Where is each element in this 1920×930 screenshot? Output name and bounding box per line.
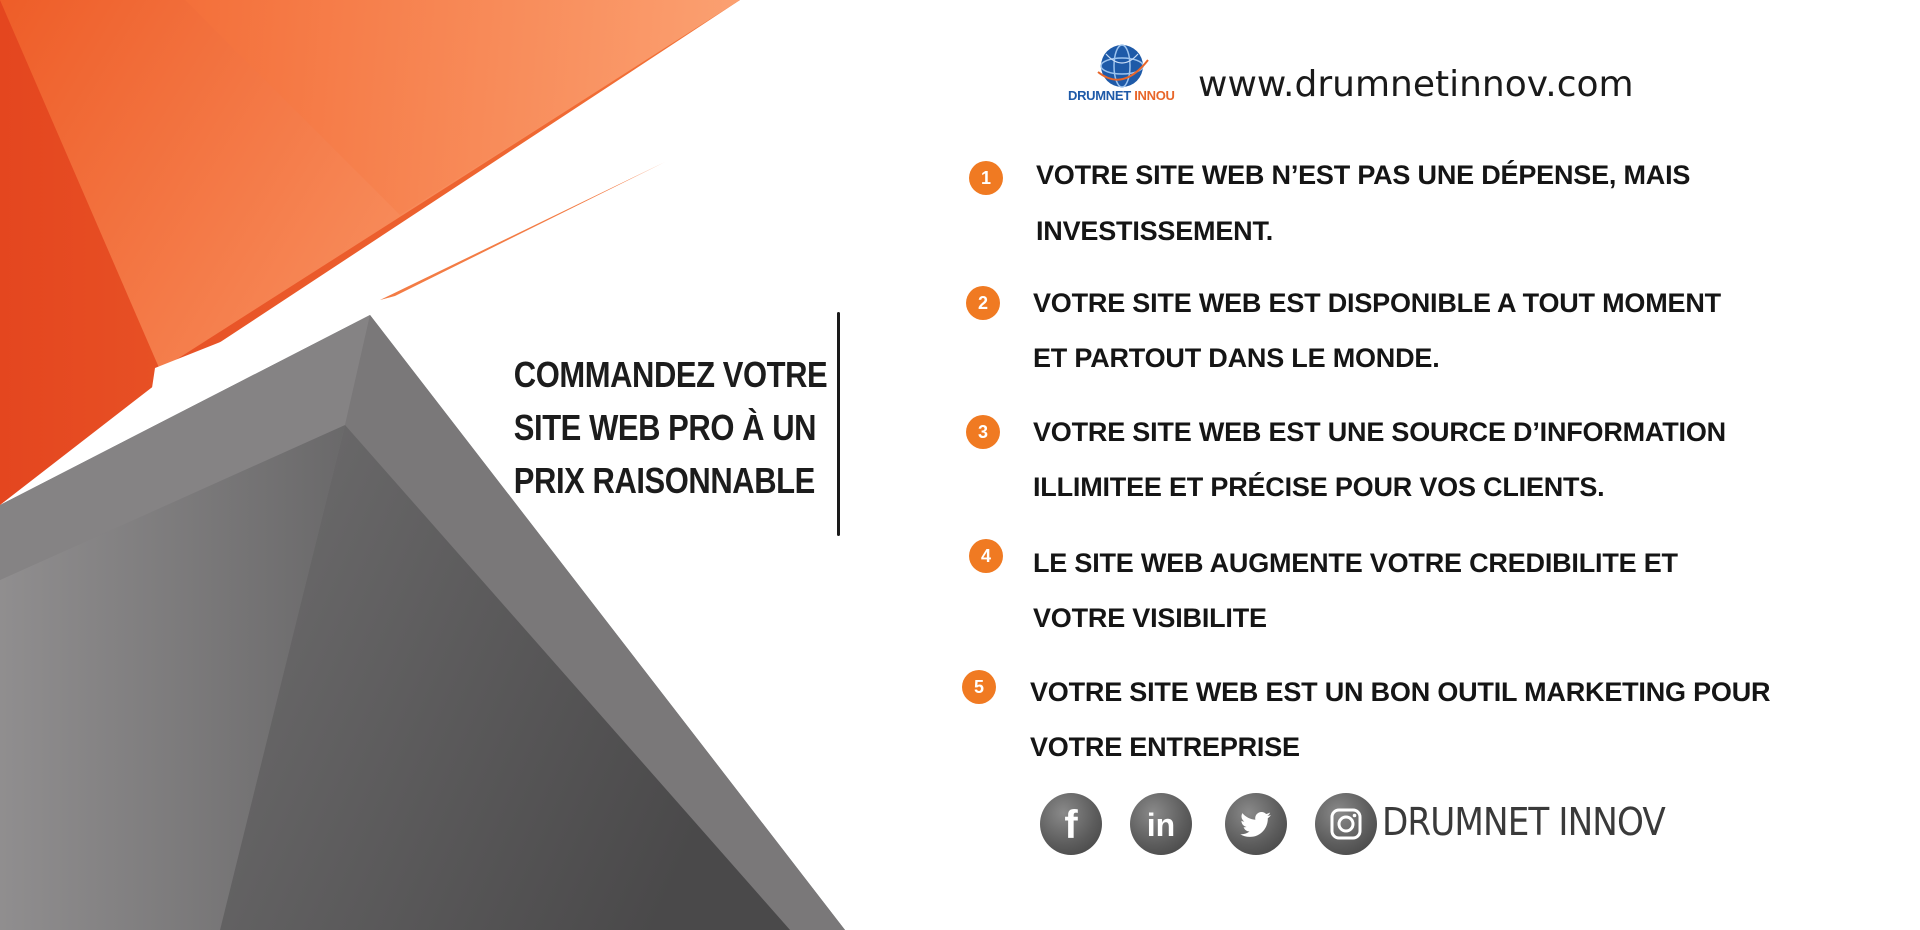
number-badge: 3	[966, 415, 1000, 449]
linkedin-icon[interactable]: in	[1130, 793, 1192, 855]
number-badge: 1	[969, 161, 1003, 195]
headline: COMMANDEZ VOTRE SITE WEB PRO À UN PRIX R…	[513, 348, 828, 507]
facebook-glyph: f	[1064, 803, 1078, 847]
list-item-line-1: VOTRE SITE WEB EST UNE SOURCE D’INFORMAT…	[1033, 417, 1726, 447]
headline-line-2: SITE WEB PRO À UN	[513, 407, 817, 448]
number-badge: 2	[966, 286, 1000, 320]
number-badge: 5	[962, 670, 996, 704]
vertical-divider	[837, 312, 840, 536]
linkedin-glyph: in	[1147, 807, 1175, 843]
list-item-line-2: ET PARTOUT DANS LE MONDE.	[1033, 343, 1440, 373]
list-item-line-1: LE SITE WEB AUGMENTE VOTRE CREDIBILITE E…	[1033, 548, 1678, 578]
background-graphic	[0, 0, 845, 930]
list-item-line-2: ILLIMITEE ET PRÉCISE POUR VOS CLIENTS.	[1033, 472, 1605, 502]
list-item-line-2: VOTRE VISIBILITE	[1033, 603, 1267, 633]
website-url[interactable]: www.drumnetinnov.com	[1198, 64, 1634, 105]
twitter-icon[interactable]	[1225, 793, 1287, 855]
headline-line-1: COMMANDEZ VOTRE	[513, 354, 828, 395]
facebook-icon[interactable]: f	[1040, 793, 1102, 855]
logo-text-main: DRUMNET	[1068, 88, 1131, 103]
number-badge: 4	[969, 539, 1003, 573]
list-item-line-1: VOTRE SITE WEB EST DISPONIBLE A TOUT MOM…	[1033, 288, 1721, 318]
list-item-line-1: VOTRE SITE WEB EST UN BON OUTIL MARKETIN…	[1030, 677, 1771, 707]
list-item-line-1: VOTRE SITE WEB N’EST PAS UNE DÉPENSE, MA…	[1036, 160, 1691, 190]
list-item-line-2: VOTRE ENTREPRISE	[1030, 732, 1300, 762]
brand-name: DRUMNET INNOV	[1382, 800, 1666, 844]
instagram-icon[interactable]	[1315, 793, 1377, 855]
logo-text-accent: INNOU	[1134, 88, 1175, 103]
list-item-line-2: INVESTISSEMENT.	[1036, 216, 1274, 246]
logo-wordmark: DRUMNET INNOU	[1068, 88, 1175, 103]
headline-line-3: PRIX RAISONNABLE	[513, 460, 815, 501]
